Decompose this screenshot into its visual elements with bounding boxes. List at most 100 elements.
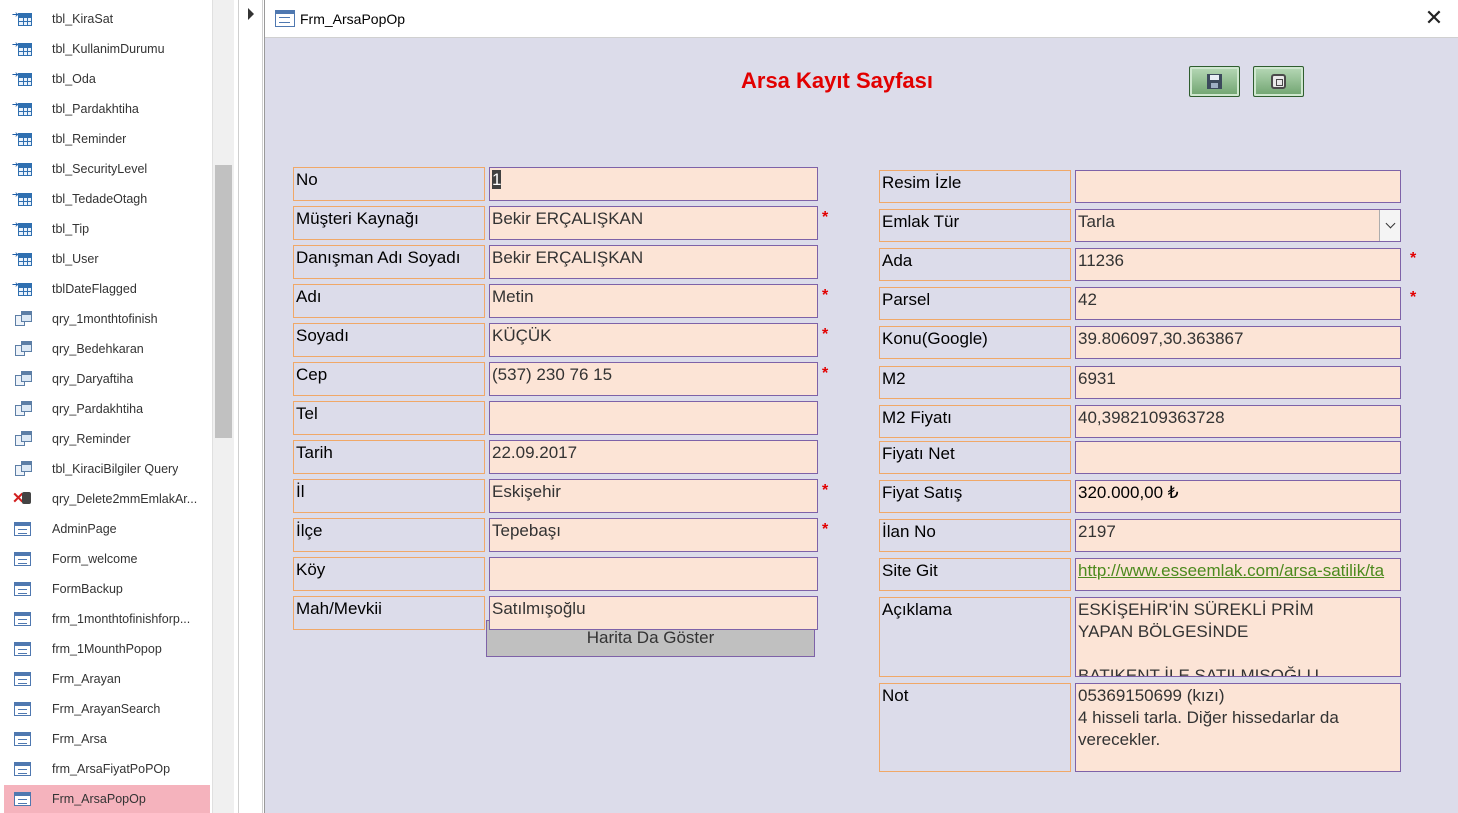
field-input[interactable]: (537) 230 76 15	[489, 362, 818, 396]
nav-item[interactable]: ➔ tbl_Oda	[4, 65, 210, 93]
field-label: Parsel	[879, 287, 1071, 320]
field-label: Adı	[293, 284, 485, 318]
nav-item-label: tbl_Oda	[52, 72, 96, 86]
delete-button[interactable]	[1253, 66, 1304, 97]
field-input[interactable]: 11236	[1075, 248, 1401, 281]
field-input[interactable]: Tepebaşı	[489, 518, 818, 552]
nav-item[interactable]: ➔ tbl_Pardakhtiha	[4, 95, 210, 123]
field-input[interactable]: Satılmışoğlu	[489, 596, 818, 630]
site-link[interactable]: http://www.esseemlak.com/arsa-satilik/ta	[1078, 561, 1384, 580]
field-input[interactable]	[489, 401, 818, 435]
nav-item-label: qry_Delete2mmEmlakAr...	[52, 492, 198, 506]
navigation-pane: ➔ tbl_KiraSat ➔ tbl_KullanimDurumu ➔ tbl_Oda ➔…	[0, 0, 212, 813]
chevron-down-icon[interactable]	[1379, 210, 1400, 241]
nav-item[interactable]: tbl_KiraciBilgiler Query	[4, 455, 210, 483]
field-label: M2	[879, 366, 1071, 399]
property-type-combo[interactable]: Tarla	[1075, 209, 1401, 242]
table-icon: ➔	[12, 100, 34, 118]
field-input[interactable]: 1	[489, 167, 818, 201]
table-icon: ➔	[12, 40, 34, 58]
field-input[interactable]: 42	[1075, 287, 1401, 320]
field-input[interactable]: 6931	[1075, 366, 1401, 399]
field-input[interactable]	[1075, 441, 1401, 474]
scrollbar-thumb[interactable]	[215, 165, 232, 438]
field-input[interactable]: 39.806097,30.363867	[1075, 326, 1401, 359]
nav-item-label: qry_Daryaftiha	[52, 372, 134, 386]
save-button[interactable]	[1189, 66, 1240, 97]
field-label: Site Git	[879, 558, 1071, 591]
field-input[interactable]: 22.09.2017	[489, 440, 818, 474]
field-input[interactable]	[1075, 170, 1401, 203]
nav-item[interactable]: qry_Reminder	[4, 425, 210, 453]
nav-item[interactable]: ➔ tbl_TedadeOtagh	[4, 185, 210, 213]
nav-item[interactable]: ➔ tblDateFlagged	[4, 275, 210, 303]
form-icon	[12, 700, 34, 718]
field-input[interactable]: 2197	[1075, 519, 1401, 552]
required-marker: *	[1410, 289, 1417, 306]
nav-item[interactable]: ➔ tbl_User	[4, 245, 210, 273]
field-label: Cep	[293, 362, 485, 396]
nav-item-label: qry_Bedehkaran	[52, 342, 144, 356]
nav-item-label: FormBackup	[52, 582, 123, 596]
field-label: Fiyatı Net	[879, 441, 1071, 474]
field-label: Mah/Mevkii	[293, 596, 485, 630]
nav-item-label: Frm_ArsaPopOp	[52, 792, 146, 806]
nav-item-label: frm_1monthtofinishforp...	[52, 612, 191, 626]
nav-item[interactable]: AdminPage	[4, 515, 210, 543]
field-label: Not	[879, 683, 1071, 772]
delete-query-icon: ✕	[12, 490, 34, 508]
nav-item[interactable]: ➔ tbl_Reminder	[4, 125, 210, 153]
nav-item[interactable]: ➔ tbl_KiraSat	[4, 5, 210, 33]
nav-item-label: qry_Reminder	[52, 432, 131, 446]
form-icon	[12, 520, 34, 538]
field-input[interactable]: http://www.esseemlak.com/arsa-satilik/ta	[1075, 558, 1401, 591]
nav-item[interactable]: qry_1monthtofinish	[4, 305, 210, 333]
query-icon	[12, 430, 34, 448]
navigation-scrollbar[interactable]	[212, 0, 235, 813]
form-window: Frm_ArsaPopOp ✕ Arsa Kayıt Sayfası Harit…	[264, 0, 1458, 813]
nav-item-label: tbl_Pardakhtiha	[52, 102, 139, 116]
nav-item[interactable]: ➔ tbl_SecurityLevel	[4, 155, 210, 183]
field-input[interactable]: 40,3982109363728	[1075, 405, 1401, 438]
nav-item[interactable]: frm_1monthtofinishforp...	[4, 605, 210, 633]
field-input[interactable]: 320.000,00 ₺	[1075, 480, 1401, 513]
field-label: Fiyat Satış	[879, 480, 1071, 513]
field-input[interactable]: Metin	[489, 284, 818, 318]
table-icon: ➔	[12, 160, 34, 178]
nav-item[interactable]: qry_Bedehkaran	[4, 335, 210, 363]
nav-item[interactable]: Frm_Arayan	[4, 665, 210, 693]
field-input[interactable]: Eskişehir	[489, 479, 818, 513]
nav-item[interactable]: ➔ tbl_Tip	[4, 215, 210, 243]
nav-item-label: frm_1MounthPopop	[52, 642, 162, 656]
required-marker: *	[822, 521, 829, 538]
nav-item[interactable]: frm_1MounthPopop	[4, 635, 210, 663]
nav-item[interactable]: ✕ qry_Delete2mmEmlakAr...	[4, 485, 210, 513]
nav-item-label: tblDateFlagged	[52, 282, 137, 296]
field-label: Ada	[879, 248, 1071, 281]
selected-value: 1	[492, 170, 502, 189]
nav-item[interactable]: ➔ tbl_KullanimDurumu	[4, 35, 210, 63]
nav-item[interactable]: qry_Pardakhtiha	[4, 395, 210, 423]
nav-item-label: tbl_Tip	[52, 222, 90, 236]
nav-item[interactable]: Frm_ArsaPopOp	[4, 785, 210, 813]
required-marker: *	[822, 326, 829, 343]
field-input[interactable]	[489, 557, 818, 591]
nav-item[interactable]: frm_ArsaFiyatPoPOp	[4, 755, 210, 783]
form-icon	[275, 10, 295, 27]
nav-item[interactable]: qry_Daryaftiha	[4, 365, 210, 393]
field-input[interactable]: Bekir ERÇALIŞKAN	[489, 206, 818, 240]
nav-item-label: tbl_User	[52, 252, 99, 266]
combo-value: Tarla	[1078, 212, 1115, 231]
nav-item[interactable]: Frm_Arsa	[4, 725, 210, 753]
nav-item[interactable]: FormBackup	[4, 575, 210, 603]
nav-item[interactable]: Form_welcome	[4, 545, 210, 573]
field-input[interactable]: KÜÇÜK	[489, 323, 818, 357]
field-label: Resim İzle	[879, 170, 1071, 203]
nav-item[interactable]: Frm_ArayanSearch	[4, 695, 210, 723]
record-selector[interactable]	[238, 0, 263, 813]
close-button[interactable]: ✕	[1420, 4, 1448, 32]
field-input[interactable]: ESKİŞEHİR'İN SÜREKLİ PRİM YAPAN BÖLGESİN…	[1075, 597, 1401, 677]
field-label: Emlak Tür	[879, 209, 1071, 242]
field-input[interactable]: 05369150699 (kızı) 4 hisseli tarla. Diğe…	[1075, 683, 1401, 772]
field-input[interactable]: Bekir ERÇALIŞKAN	[489, 245, 818, 279]
